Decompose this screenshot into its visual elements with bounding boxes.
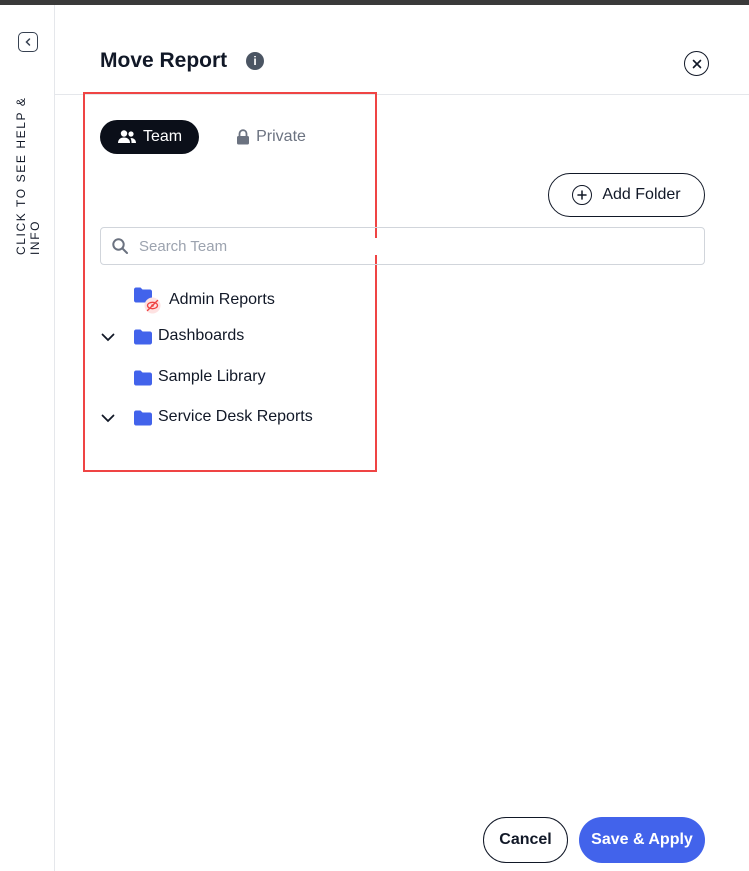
tab-private[interactable]: Private — [219, 120, 323, 154]
tab-team[interactable]: Team — [100, 120, 200, 154]
folder-icon — [134, 410, 152, 426]
tree-item-dashboards[interactable]: Dashboards — [100, 321, 350, 351]
add-folder-button[interactable]: Add Folder — [548, 173, 705, 217]
collapse-left-icon[interactable] — [18, 32, 38, 52]
move-report-dialog: Move Report i Team Private Add Folder Se… — [55, 5, 749, 871]
tree-item-service-desk-reports[interactable]: Service Desk Reports — [100, 402, 350, 432]
dialog-header: Move Report i — [55, 5, 749, 95]
search-input[interactable] — [139, 237, 679, 255]
tree-item-sample-library[interactable]: Sample Library — [100, 362, 350, 392]
save-apply-button[interactable]: Save & Apply — [579, 817, 705, 863]
tree-item-label: Dashboards — [158, 327, 245, 344]
folder-scope-tabs: Team Private — [100, 120, 323, 154]
search-icon — [112, 238, 128, 254]
tab-team-label: Team — [143, 128, 183, 145]
tree-item-label: Admin Reports — [169, 291, 275, 308]
tab-private-label: Private — [256, 128, 306, 145]
cancel-button[interactable]: Cancel — [483, 817, 568, 863]
folder-icon — [134, 329, 152, 345]
tree-item-label: Sample Library — [158, 368, 266, 385]
help-rail-label[interactable]: CLICK TO SEE HELP & INFO — [14, 65, 42, 255]
tree-item-label: Service Desk Reports — [158, 408, 313, 425]
plus-circle-icon — [572, 185, 593, 205]
close-icon[interactable] — [684, 51, 709, 76]
lock-icon — [237, 129, 250, 145]
add-folder-label: Add Folder — [602, 186, 681, 203]
users-icon — [118, 130, 136, 143]
folder-icon — [134, 370, 152, 386]
dialog-title: Move Report — [100, 49, 228, 72]
eye-off-icon — [144, 297, 161, 314]
help-rail: CLICK TO SEE HELP & INFO — [0, 5, 55, 871]
chevron-down-icon[interactable] — [100, 329, 116, 345]
info-icon[interactable]: i — [246, 52, 264, 70]
search-field — [100, 227, 705, 265]
chevron-down-icon[interactable] — [100, 410, 116, 426]
tree-item-admin-reports[interactable]: Admin Reports — [100, 285, 350, 315]
